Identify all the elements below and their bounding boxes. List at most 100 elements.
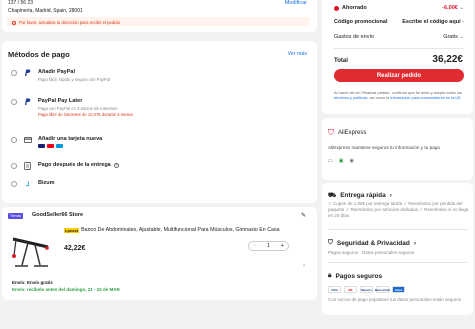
- divider: [328, 229, 468, 230]
- address-warning-text: Por favor, actualiza tu dirección para r…: [19, 20, 121, 25]
- aliexpress-trust-card: ⛉ AliExpress AliExpress mantiene seguros…: [322, 118, 473, 180]
- chevron-right-icon[interactable]: ›: [462, 19, 464, 25]
- chevron-right-icon[interactable]: ›: [303, 263, 305, 269]
- lock-icon: 🔒︎: [328, 272, 332, 279]
- address-warning: Por favor, actualiza tu dirección para r…: [7, 17, 310, 26]
- warning-icon: [12, 20, 16, 25]
- aliexpress-brand: AliExpress: [338, 130, 367, 136]
- maestro-logo: Maestro: [360, 286, 373, 293]
- amex-logo: Amex: [392, 286, 405, 293]
- chevron-down-icon[interactable]: ⌄: [459, 34, 464, 40]
- savings-value: -6,00€: [442, 5, 458, 11]
- payment-option-paypal-later[interactable]: PayPal Pay Later Paga con PayPal en 3 pl…: [11, 98, 133, 117]
- trust-badges: ▭ ▣ ◉: [328, 158, 354, 164]
- shipping-cost-row: Gastos de envío Gratis ⌄: [334, 34, 464, 40]
- chevron-down-icon[interactable]: ⌄: [459, 5, 464, 11]
- total-label: Total: [334, 58, 348, 64]
- pci-icon: ▭: [328, 158, 333, 164]
- see-more-link[interactable]: Ver más: [288, 51, 307, 57]
- divider: [328, 262, 468, 263]
- bancontact-logo: Bancontact: [374, 286, 391, 293]
- savings-row: Ahorrado -6,00€ ⌄: [334, 5, 464, 11]
- payment-option-title: Pago después de la entrega: [38, 162, 111, 168]
- security-desc: Pagos seguros · Datos personales seguros: [328, 250, 415, 255]
- paypal-icon: [23, 69, 32, 77]
- shipping-address-card: 137 / 56 23 Chapinería, Madrid, Spain, 2…: [2, 0, 317, 32]
- delivery-estimate: Envío: recíbelo antes del domingo, 21 - …: [12, 287, 120, 292]
- mastercard-icon: [47, 144, 54, 148]
- paypal-icon: [23, 98, 32, 106]
- radio-button[interactable]: [11, 137, 17, 143]
- truck-icon: ⛟: [328, 192, 337, 199]
- shipping-cost-value: Gratis: [443, 34, 458, 40]
- address-line-2: Chapinería, Madrid, Spain, 28001: [8, 8, 83, 14]
- modify-address-link[interactable]: Modificar: [285, 0, 307, 6]
- assurance-card: ⛟ Entrega rápida › ✓ Cupón de 1,00€ por …: [322, 183, 473, 315]
- promo-row[interactable]: Código promocional Escribe el código aqu…: [334, 19, 464, 25]
- savings-label: Ahorrado: [342, 5, 367, 11]
- product-image[interactable]: [10, 225, 52, 271]
- chevron-right-icon[interactable]: ›: [390, 192, 392, 199]
- card-brand-logos: [38, 144, 102, 148]
- security-title: Seguridad & Privacidad: [336, 239, 410, 247]
- legal-text: Al hacer clic en 'Realizar pedido', conf…: [334, 90, 466, 100]
- privacy-icon: ◉: [349, 158, 354, 164]
- address-line-1: 137 / 56 23: [8, 0, 34, 6]
- visa-logo: VISA: [328, 286, 341, 293]
- mastercard-logo: MC: [344, 286, 357, 293]
- shield-check-icon: ⛉: [328, 239, 333, 246]
- shield-icon: ⛉: [328, 128, 334, 137]
- divider: [334, 48, 464, 49]
- promo-input[interactable]: Escribe el código aquí: [402, 19, 460, 25]
- product-price: 42,22€: [64, 245, 86, 252]
- aliexpress-header: ⛉ AliExpress: [328, 128, 366, 138]
- secure-payments-heading: 🔒︎ Pagos seguros: [328, 272, 382, 280]
- store-badge: Tienda: [8, 213, 23, 219]
- total-value: 36,22€: [432, 54, 463, 65]
- fast-delivery-heading[interactable]: ⛟ Entrega rápida ›: [328, 191, 392, 200]
- promo-label: Código promocional: [334, 19, 388, 25]
- increase-button[interactable]: +: [281, 243, 284, 249]
- chevron-right-icon[interactable]: ›: [414, 240, 416, 247]
- secure-payments-desc: Con socios de pago populares tus datos p…: [328, 297, 462, 302]
- fast-delivery-desc: ✓ Cupón de 1,00€ por entrega tardía ✓ Re…: [328, 201, 469, 218]
- product-title-text: Banco De Abdominales, Ajustable, Multifu…: [81, 227, 280, 233]
- payment-option-subtitle: Pago fácil, rápido y seguro con PayPal: [38, 77, 110, 82]
- radio-button[interactable]: [11, 70, 17, 76]
- payment-option-bizum[interactable]: ⅃ Bizum: [11, 180, 55, 188]
- shipping-cost-label: Gastos de envío: [334, 34, 375, 40]
- payment-option-new-card[interactable]: Añadir una tarjeta nueva: [11, 136, 102, 148]
- payment-option-paypal[interactable]: Añadir PayPal Pago fácil, rápido y segur…: [11, 69, 110, 82]
- payment-partner-logos: VISA MC Maestro Bancontact Amex: [328, 286, 405, 293]
- visa-icon: [38, 144, 45, 148]
- terms-link[interactable]: términos y políticas: [334, 95, 367, 100]
- payment-methods-card: Métodos de pago Ver más Añadir PayPal Pa…: [2, 41, 317, 203]
- bizum-icon: ⅃: [25, 181, 30, 188]
- payment-methods-title: Métodos de pago: [8, 50, 70, 59]
- maestro-icon: [56, 144, 63, 148]
- payment-option-cash-on-delivery[interactable]: Pago después de la entrega ?: [11, 162, 119, 170]
- order-summary-card: Ahorrado -6,00€ ⌄ Código promocional Esc…: [322, 0, 473, 114]
- store-name[interactable]: GoodSeller66 Store: [32, 212, 83, 218]
- payment-option-title: PayPal Pay Later: [38, 98, 83, 104]
- tls-icon: ▣: [338, 158, 344, 164]
- decrease-button[interactable]: −: [253, 243, 256, 249]
- shipping-method: Envío: Envío gratis: [12, 280, 53, 285]
- edit-icon[interactable]: ✎: [301, 212, 306, 219]
- delivery-payment-icon: [23, 162, 32, 170]
- eu-consumer-info-link[interactable]: información para consumidores en la UE.: [390, 95, 461, 100]
- security-heading[interactable]: ⛉ Seguridad & Privacidad ›: [328, 239, 416, 247]
- radio-button[interactable]: [11, 163, 17, 169]
- payment-option-title: Añadir una tarjeta nueva: [38, 136, 103, 142]
- info-icon[interactable]: ?: [113, 162, 119, 168]
- payment-option-title: Añadir PayPal: [38, 69, 75, 75]
- lp-badge: Lpcost: [64, 227, 80, 233]
- credit-card-icon: [23, 136, 32, 144]
- quantity-stepper[interactable]: − 1 +: [248, 241, 289, 251]
- legal-text-part: , así como la: [367, 95, 390, 100]
- product-title[interactable]: Lpcost Banco De Abdominales, Ajustable, …: [64, 227, 280, 233]
- place-order-button[interactable]: Realizar pedido: [334, 69, 464, 82]
- order-items-card: Tienda GoodSeller66 Store ✎ Lpcost Banco…: [2, 207, 317, 300]
- radio-button[interactable]: [11, 99, 17, 105]
- radio-button[interactable]: [11, 181, 17, 187]
